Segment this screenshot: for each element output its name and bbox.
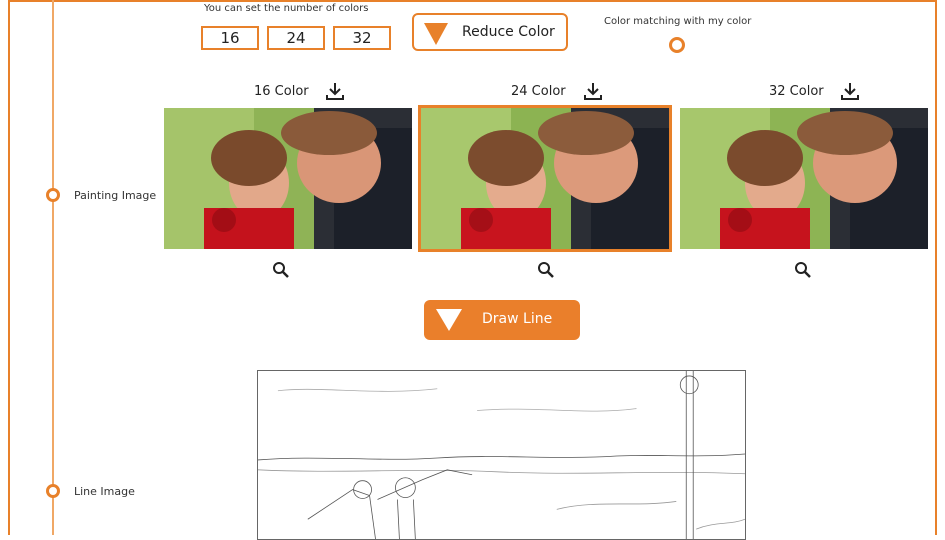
reduce-color-button[interactable]: Reduce Color [412, 13, 568, 51]
draw-line-label: Draw Line [482, 311, 553, 327]
download-icon[interactable] [839, 80, 861, 102]
color-count-label: You can set the number of colors [204, 3, 369, 14]
draw-line-button[interactable]: Draw Line [424, 300, 580, 340]
magnifier-icon[interactable] [794, 261, 812, 279]
column-title-24: 24 Color [511, 84, 566, 99]
line-image[interactable] [257, 370, 746, 540]
color-count-24[interactable]: 24 [267, 26, 325, 50]
timeline-node-line [46, 484, 60, 498]
triangle-down-icon [424, 23, 448, 45]
download-icon[interactable] [324, 80, 346, 102]
timeline-line [52, 0, 54, 535]
magnifier-icon[interactable] [537, 261, 555, 279]
color-matching-radio[interactable] [669, 37, 685, 53]
timeline-label-painting: Painting Image [74, 189, 157, 202]
painting-thumbnail-16[interactable] [164, 108, 412, 249]
color-count-16[interactable]: 16 [201, 26, 259, 50]
painting-thumbnail-24[interactable] [418, 105, 672, 252]
color-matching-label: Color matching with my color [604, 16, 752, 27]
magnifier-icon[interactable] [272, 261, 290, 279]
painting-thumbnail-32[interactable] [680, 108, 928, 249]
color-count-32[interactable]: 32 [333, 26, 391, 50]
download-icon[interactable] [582, 80, 604, 102]
triangle-down-icon [436, 309, 462, 331]
column-title-32: 32 Color [769, 84, 824, 99]
timeline-node-painting [46, 188, 60, 202]
timeline-label-line: Line Image [74, 485, 135, 498]
column-title-16: 16 Color [254, 84, 309, 99]
reduce-color-label: Reduce Color [462, 24, 555, 40]
